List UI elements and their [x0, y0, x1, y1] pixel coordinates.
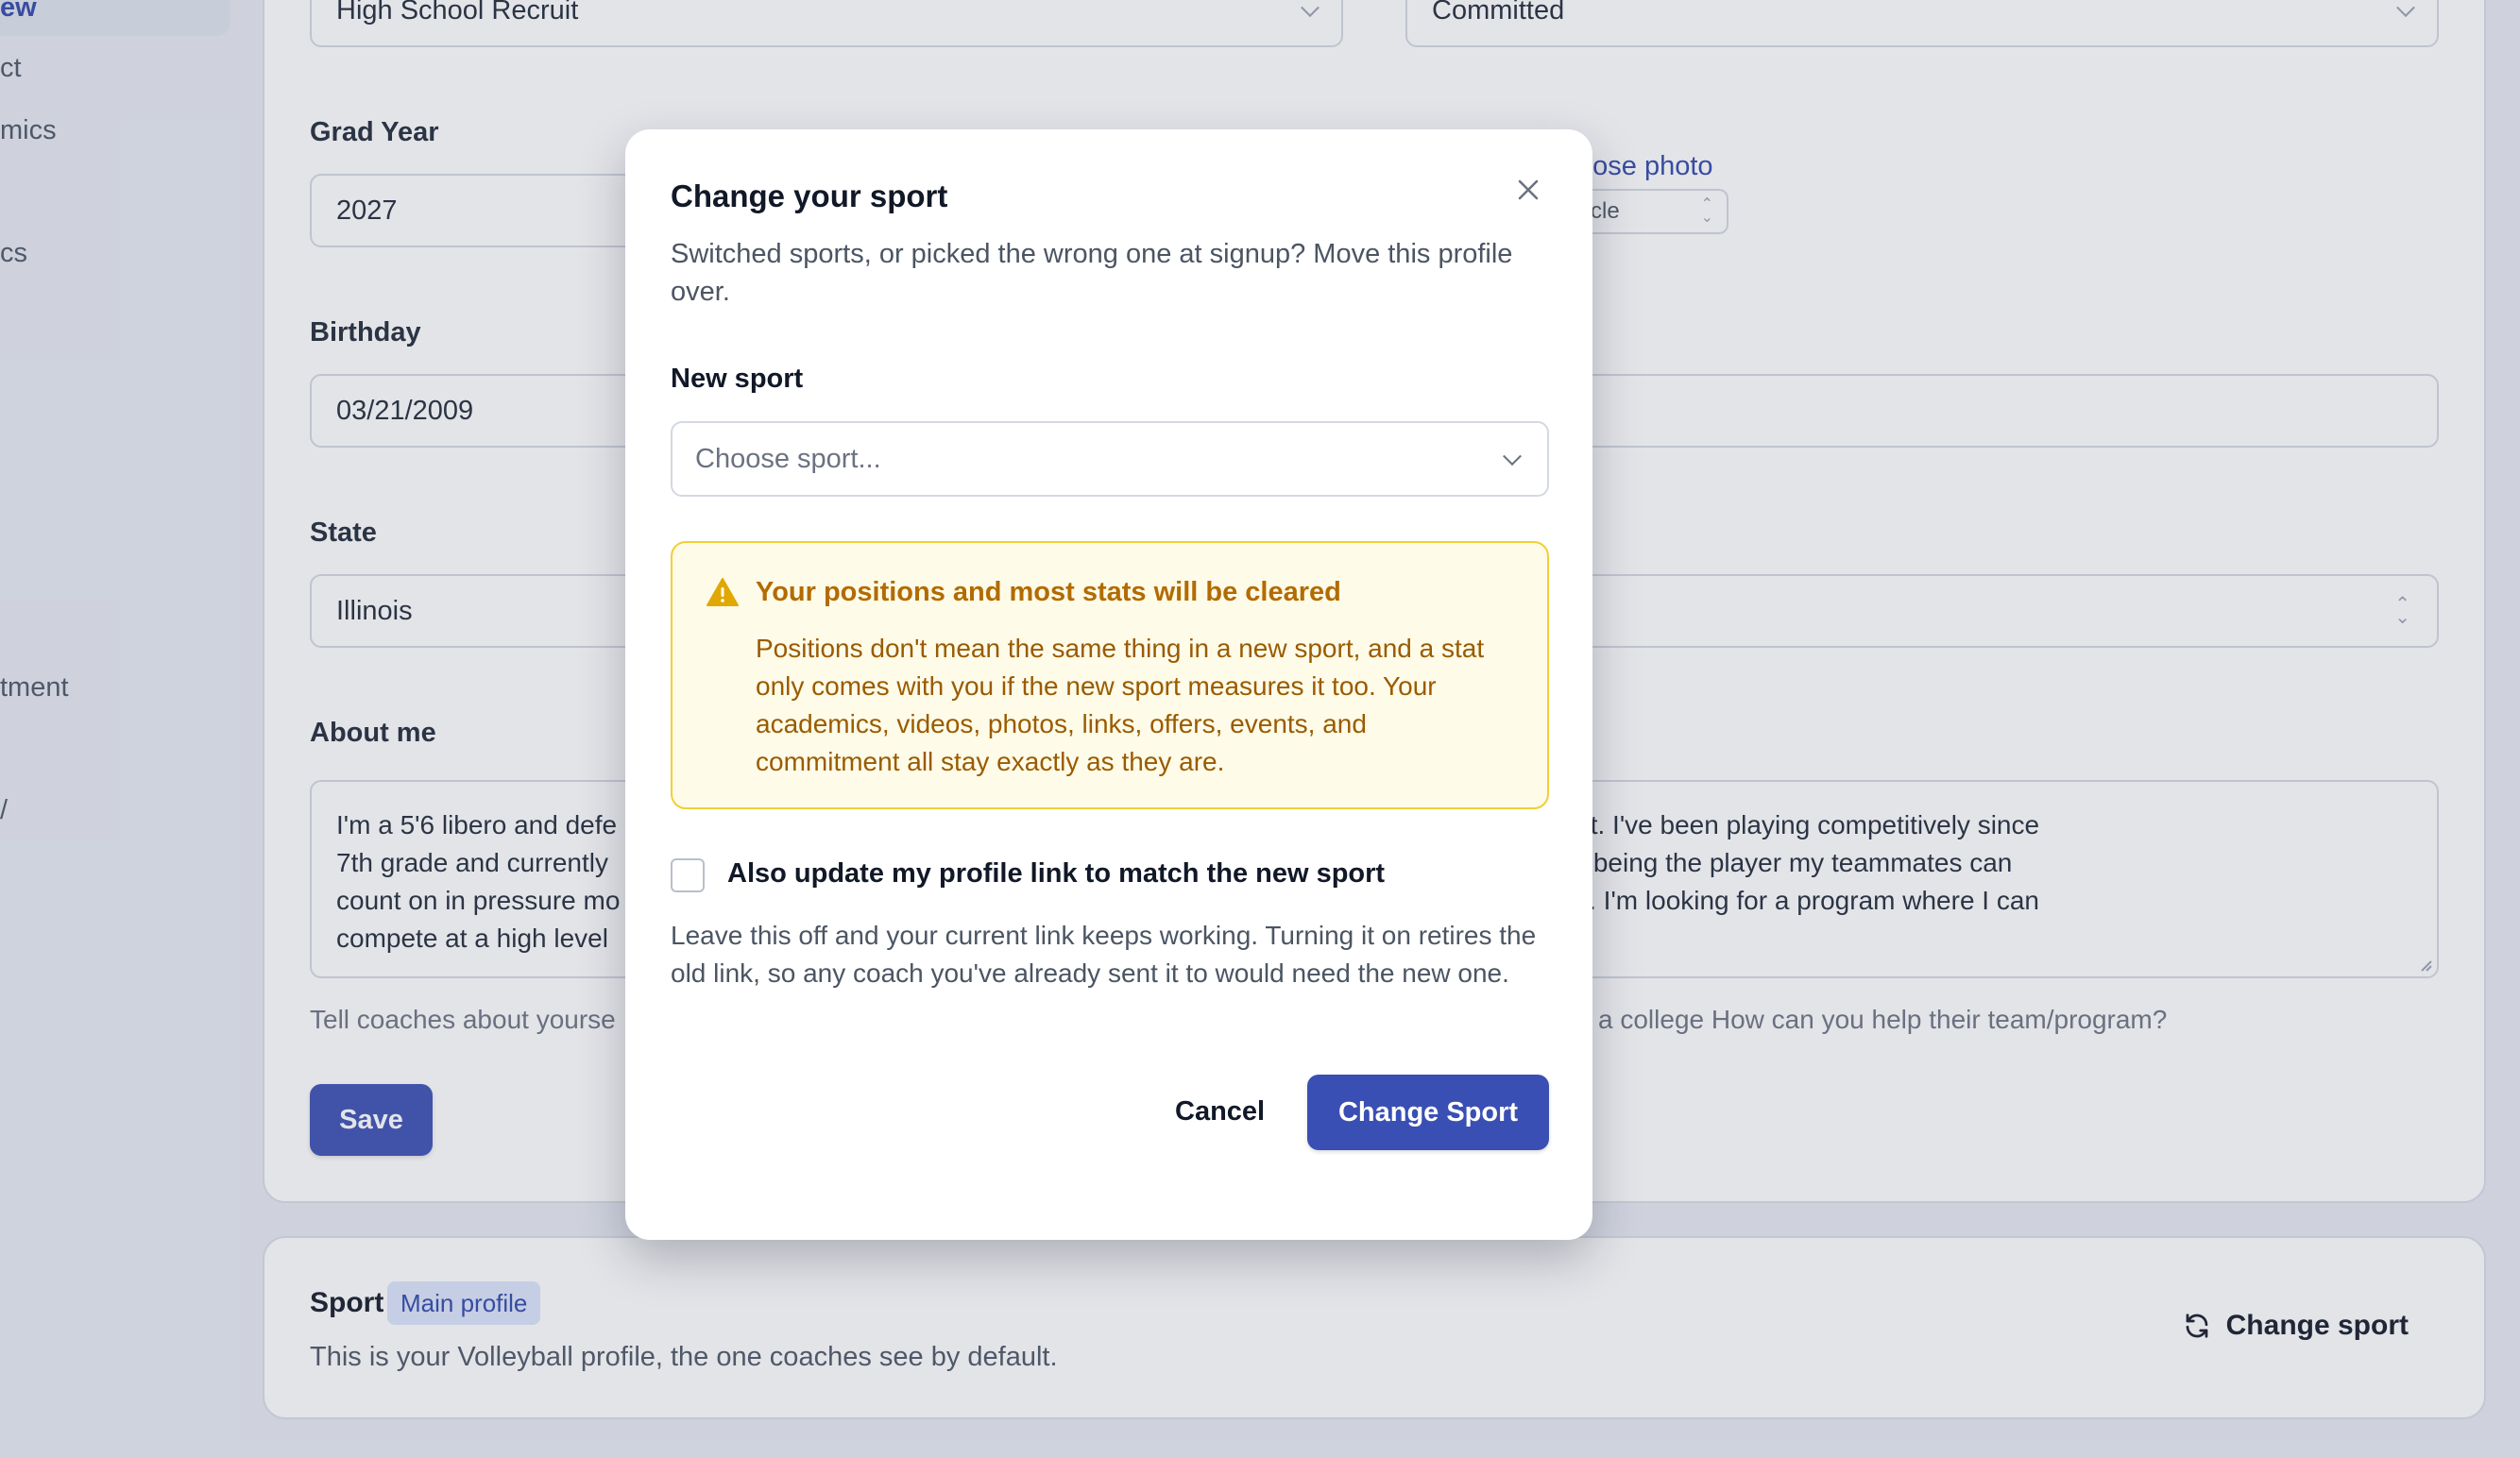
new-sport-label: New sport [671, 364, 804, 394]
chevron-down-icon [1503, 447, 1522, 466]
dialog-title: Change your sport [671, 178, 948, 213]
close-button[interactable] [1509, 171, 1547, 209]
warning-triangle-icon [707, 578, 739, 606]
confirm-change-sport-button[interactable]: Change Sport [1307, 1075, 1549, 1150]
update-link-help: Leave this off and your current link kee… [671, 921, 1537, 988]
change-sport-dialog: Change your sport Switched sports, or pi… [625, 129, 1592, 1240]
dialog-description: Switched sports, or picked the wrong one… [671, 239, 1513, 307]
warning-title: Your positions and most stats will be cl… [756, 577, 1341, 607]
close-icon [1518, 179, 1539, 200]
warning-body: Positions don't mean the same thing in a… [756, 634, 1485, 776]
cancel-button[interactable]: Cancel [1175, 1076, 1265, 1147]
new-sport-placeholder: Choose sport... [695, 443, 881, 474]
update-link-checkbox[interactable] [671, 858, 705, 892]
update-link-label[interactable]: Also update my profile link to match the… [727, 858, 1385, 890]
warning-alert: Your positions and most stats will be cl… [671, 541, 1549, 809]
new-sport-select[interactable]: Choose sport... [671, 421, 1549, 497]
profile-page: ew ct mics cs tment / High School Recrui… [0, 0, 2520, 1458]
